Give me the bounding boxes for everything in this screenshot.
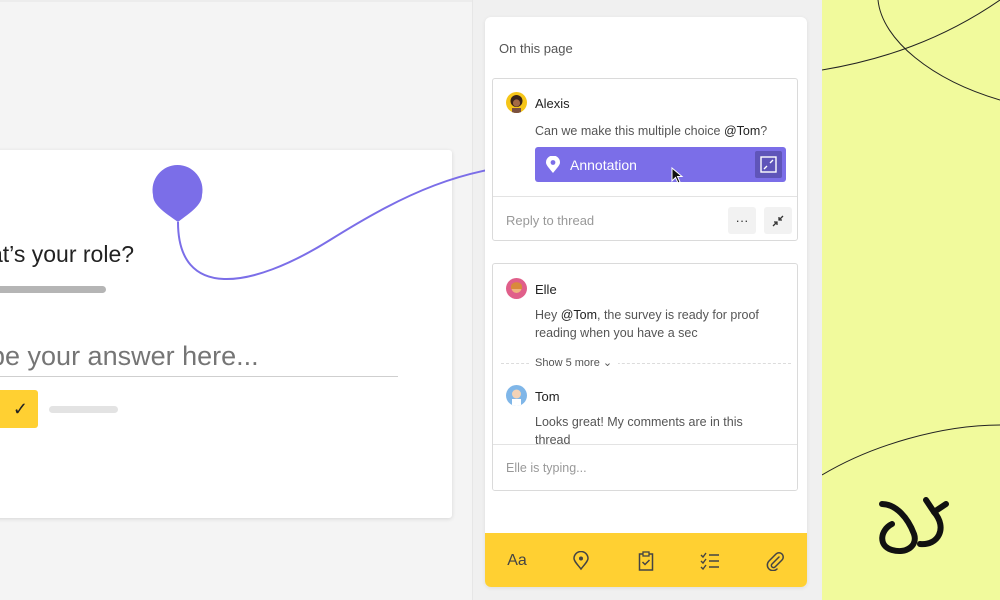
- comment-text: Can we make this multiple choice @Tom?: [535, 124, 768, 138]
- chevron-down-icon: ⌄: [602, 357, 613, 369]
- collapse-icon: [772, 215, 784, 226]
- panel-title: On this page: [499, 41, 573, 56]
- answer-input[interactable]: [0, 336, 398, 377]
- mention[interactable]: @Tom: [724, 124, 760, 138]
- brand-logo-icon: [879, 497, 949, 554]
- location-pin-icon: [546, 156, 560, 173]
- comments-panel: On this page Alexis Can we make this mul…: [485, 17, 807, 587]
- comment-author: Elle: [535, 282, 557, 297]
- clipboard-check-icon: [638, 551, 654, 571]
- reply-input[interactable]: Elle is typing...: [506, 461, 587, 475]
- comment-author: Alexis: [535, 96, 570, 111]
- annotation-connector: [152, 162, 537, 280]
- expand-button[interactable]: [755, 151, 782, 178]
- clipboard-button[interactable]: [634, 549, 658, 573]
- annotate-button[interactable]: [569, 549, 593, 573]
- checklist-icon: [700, 552, 719, 570]
- mention[interactable]: @Tom: [561, 308, 597, 322]
- attach-button[interactable]: [763, 549, 787, 573]
- mouse-cursor-icon: [671, 167, 684, 184]
- press-enter-hint-placeholder: [49, 406, 118, 413]
- decorative-background: [822, 0, 1000, 600]
- ok-button[interactable]: ✓: [0, 390, 38, 428]
- more-icon: ···: [735, 213, 749, 228]
- annotation-chip[interactable]: Annotation: [535, 147, 786, 182]
- text-format-button[interactable]: Aa: [505, 549, 529, 573]
- more-options-button[interactable]: ···: [728, 207, 756, 234]
- reply-input[interactable]: Reply to thread: [506, 213, 594, 228]
- comment-text: Hey @Tom, the survey is ready for proof …: [535, 308, 759, 340]
- location-pin-icon: [573, 551, 589, 571]
- checklist-button[interactable]: [698, 549, 722, 573]
- collapse-button[interactable]: [764, 207, 792, 234]
- avatar: [506, 92, 527, 113]
- annotation-pin-icon: [152, 165, 203, 222]
- composer-toolbar: Aa: [485, 533, 807, 587]
- paperclip-icon: [766, 552, 784, 571]
- expand-icon: [760, 156, 777, 173]
- check-icon: ✓: [12, 398, 28, 419]
- comment-thread[interactable]: Alexis Can we make this multiple choice …: [492, 78, 798, 241]
- show-more-button[interactable]: Show 5 more ⌄: [529, 356, 619, 369]
- text-format-icon: Aa: [507, 552, 527, 569]
- annotation-label: Annotation: [570, 157, 637, 173]
- avatar: [506, 385, 527, 406]
- comment-author: Tom: [535, 389, 560, 404]
- comment-thread[interactable]: Elle Hey @Tom, the survey is ready for p…: [492, 263, 798, 491]
- divider: [493, 196, 797, 197]
- avatar: [506, 278, 527, 299]
